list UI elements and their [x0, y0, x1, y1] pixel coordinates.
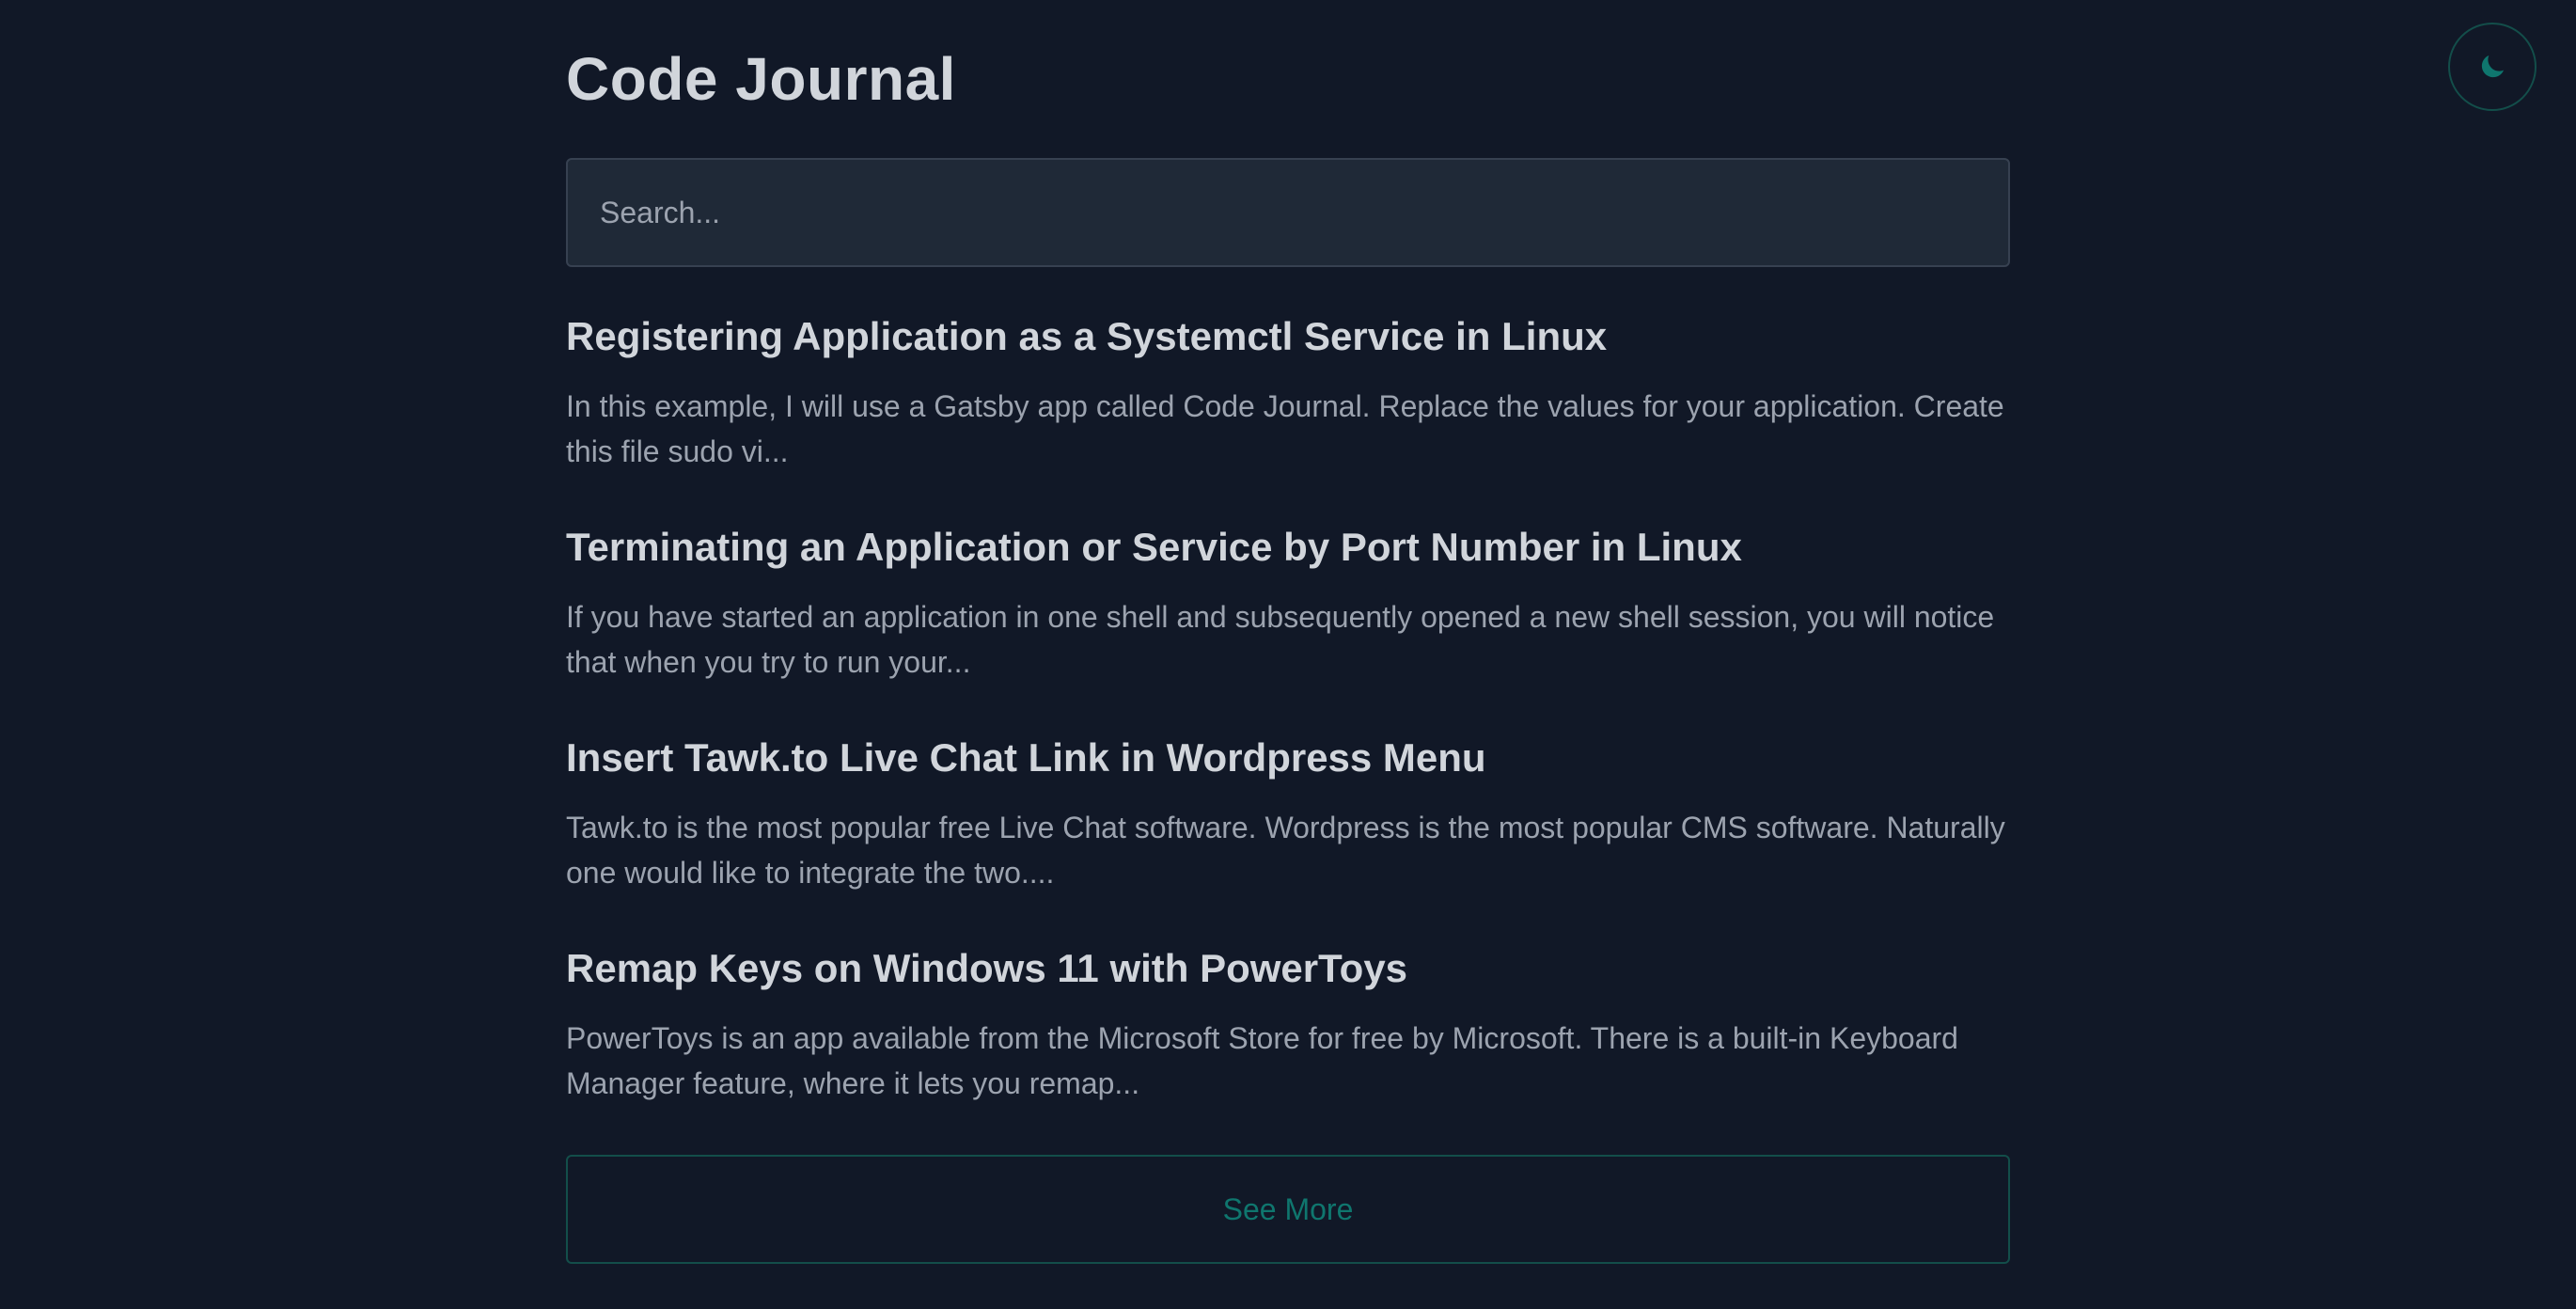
site-title[interactable]: Code Journal: [566, 41, 956, 117]
post-item: Remap Keys on Windows 11 with PowerToys …: [566, 942, 2010, 1106]
post-item: Registering Application as a Systemctl S…: [566, 310, 2010, 474]
see-more-button[interactable]: See More: [566, 1155, 2010, 1264]
theme-toggle-button[interactable]: [2448, 23, 2537, 111]
moon-icon: [2476, 51, 2508, 83]
post-title-link[interactable]: Registering Application as a Systemctl S…: [566, 310, 2010, 363]
search-input[interactable]: [566, 158, 2010, 267]
post-item: Insert Tawk.to Live Chat Link in Wordpre…: [566, 732, 2010, 895]
post-title-link[interactable]: Insert Tawk.to Live Chat Link in Wordpre…: [566, 732, 2010, 784]
post-excerpt: PowerToys is an app available from the M…: [566, 1021, 1958, 1100]
post-excerpt: If you have started an application in on…: [566, 600, 1995, 679]
post-excerpt: Tawk.to is the most popular free Live Ch…: [566, 811, 2005, 890]
post-title-link[interactable]: Terminating an Application or Service by…: [566, 521, 2010, 574]
post-excerpt: In this example, I will use a Gatsby app…: [566, 389, 2004, 468]
post-title-link[interactable]: Remap Keys on Windows 11 with PowerToys: [566, 942, 2010, 995]
post-item: Terminating an Application or Service by…: [566, 521, 2010, 685]
